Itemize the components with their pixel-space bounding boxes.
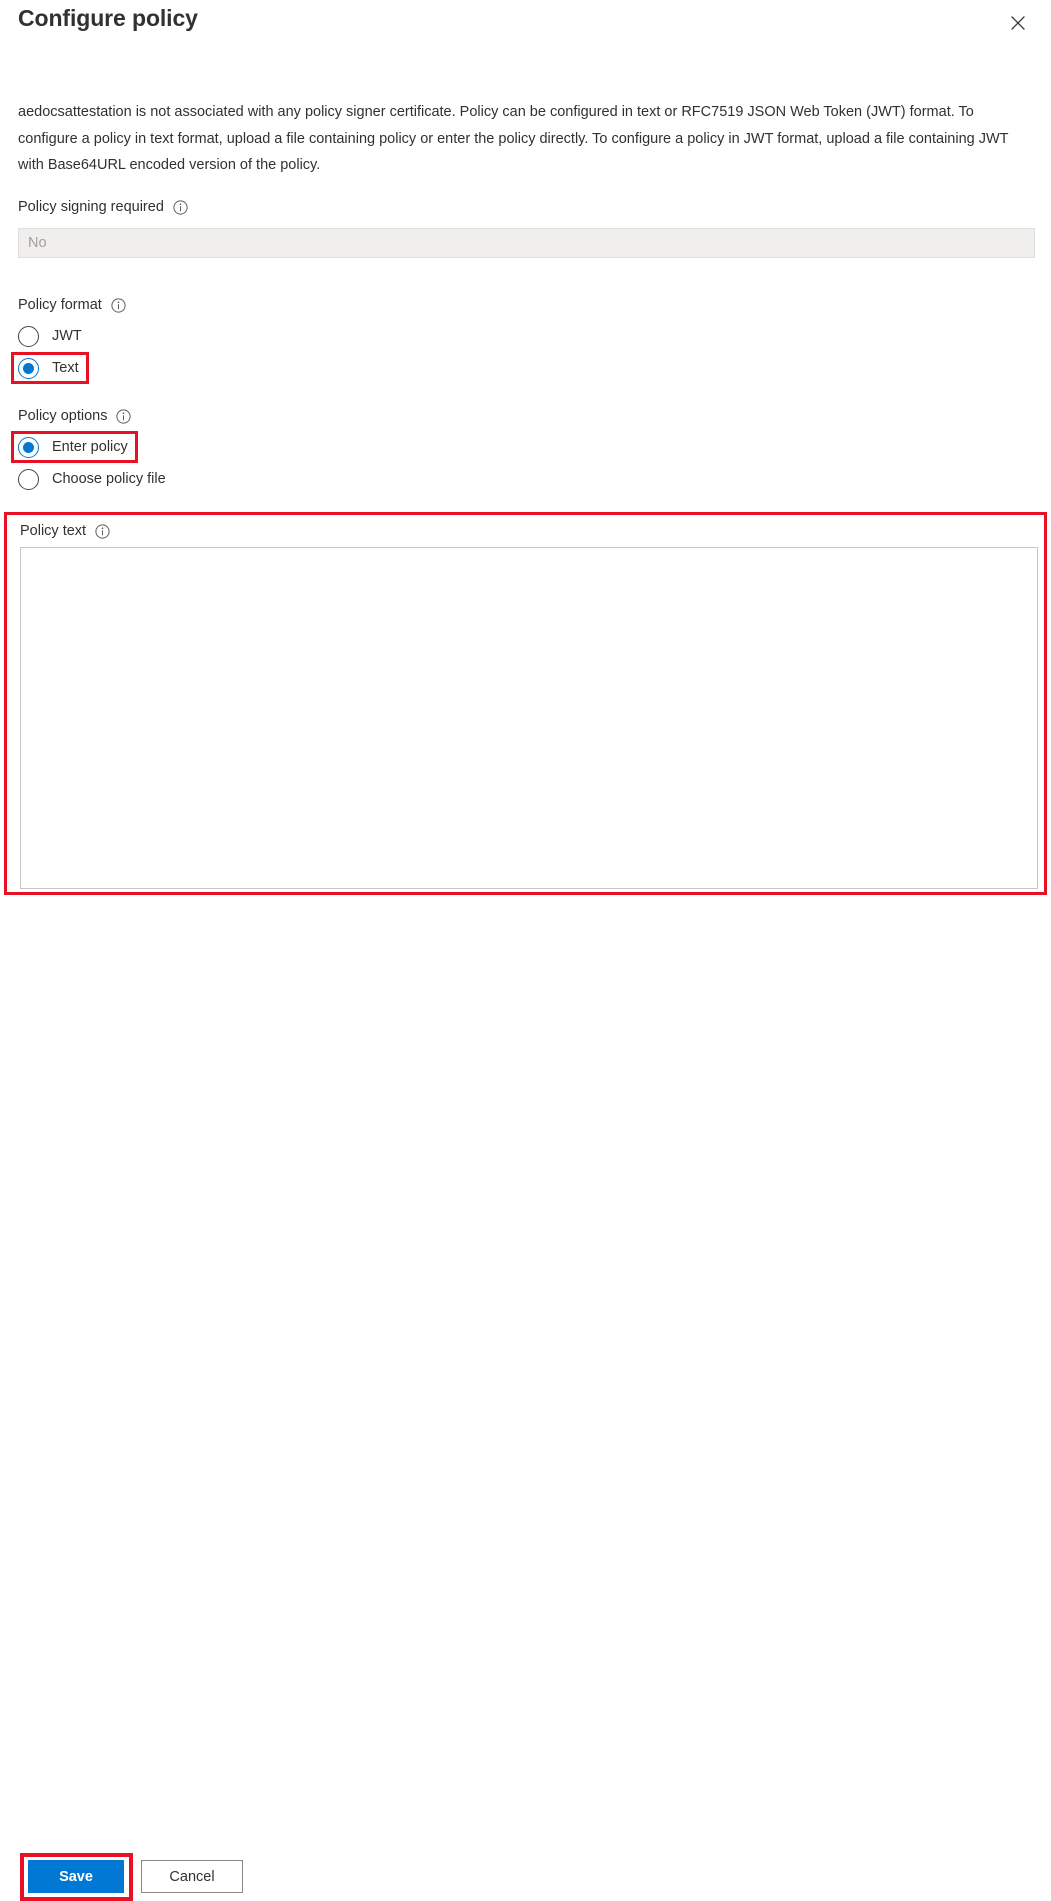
policy-signing-required-label: Policy signing required bbox=[18, 198, 1035, 216]
info-icon[interactable] bbox=[95, 524, 110, 539]
policy-signing-required-input bbox=[18, 228, 1035, 258]
policy-text-input[interactable] bbox=[20, 547, 1038, 889]
radio-icon bbox=[18, 326, 39, 347]
footer-actions: Save Cancel bbox=[0, 925, 1051, 986]
policy-options-label-text: Policy options bbox=[18, 407, 107, 425]
save-button[interactable]: Save bbox=[28, 1860, 124, 1893]
radio-option-label: Choose policy file bbox=[52, 471, 166, 487]
policy-format-label: Policy format bbox=[18, 296, 126, 314]
radio-option-label: Enter policy bbox=[52, 439, 128, 455]
close-button[interactable] bbox=[1002, 7, 1033, 38]
panel-header: Configure policy bbox=[0, 0, 1051, 60]
close-icon bbox=[1010, 15, 1026, 31]
radio-option-label: JWT bbox=[52, 328, 82, 344]
policy-signing-required-group: Policy signing required bbox=[18, 198, 1035, 258]
policy-format-group: Policy format JWT Text bbox=[18, 296, 126, 384]
radio-icon-selected bbox=[18, 437, 39, 458]
radio-option-enter-policy[interactable]: Enter policy bbox=[11, 431, 138, 463]
radio-option-label: Text bbox=[52, 360, 79, 376]
radio-option-jwt[interactable]: JWT bbox=[18, 320, 126, 352]
radio-option-text[interactable]: Text bbox=[11, 352, 89, 384]
info-icon[interactable] bbox=[111, 298, 126, 313]
page-title: Configure policy bbox=[18, 5, 198, 32]
info-icon[interactable] bbox=[173, 200, 188, 215]
policy-text-label-text: Policy text bbox=[20, 522, 86, 540]
policy-signing-required-label-text: Policy signing required bbox=[18, 198, 164, 216]
radio-icon bbox=[18, 469, 39, 490]
info-icon[interactable] bbox=[116, 409, 131, 424]
policy-text-label: Policy text bbox=[20, 522, 110, 540]
cancel-button[interactable]: Cancel bbox=[141, 1860, 243, 1893]
panel-description: aedocsattestation is not associated with… bbox=[18, 99, 1020, 179]
policy-format-label-text: Policy format bbox=[18, 296, 102, 314]
policy-options-radio-list: Enter policy Choose policy file bbox=[18, 431, 166, 495]
policy-options-group: Policy options Enter policy Choose polic… bbox=[18, 407, 166, 495]
policy-text-section: Policy text bbox=[4, 512, 1047, 895]
policy-format-radio-list: JWT Text bbox=[18, 320, 126, 384]
policy-options-label: Policy options bbox=[18, 407, 166, 425]
radio-option-choose-policy-file[interactable]: Choose policy file bbox=[18, 463, 166, 495]
radio-icon-selected bbox=[18, 358, 39, 379]
